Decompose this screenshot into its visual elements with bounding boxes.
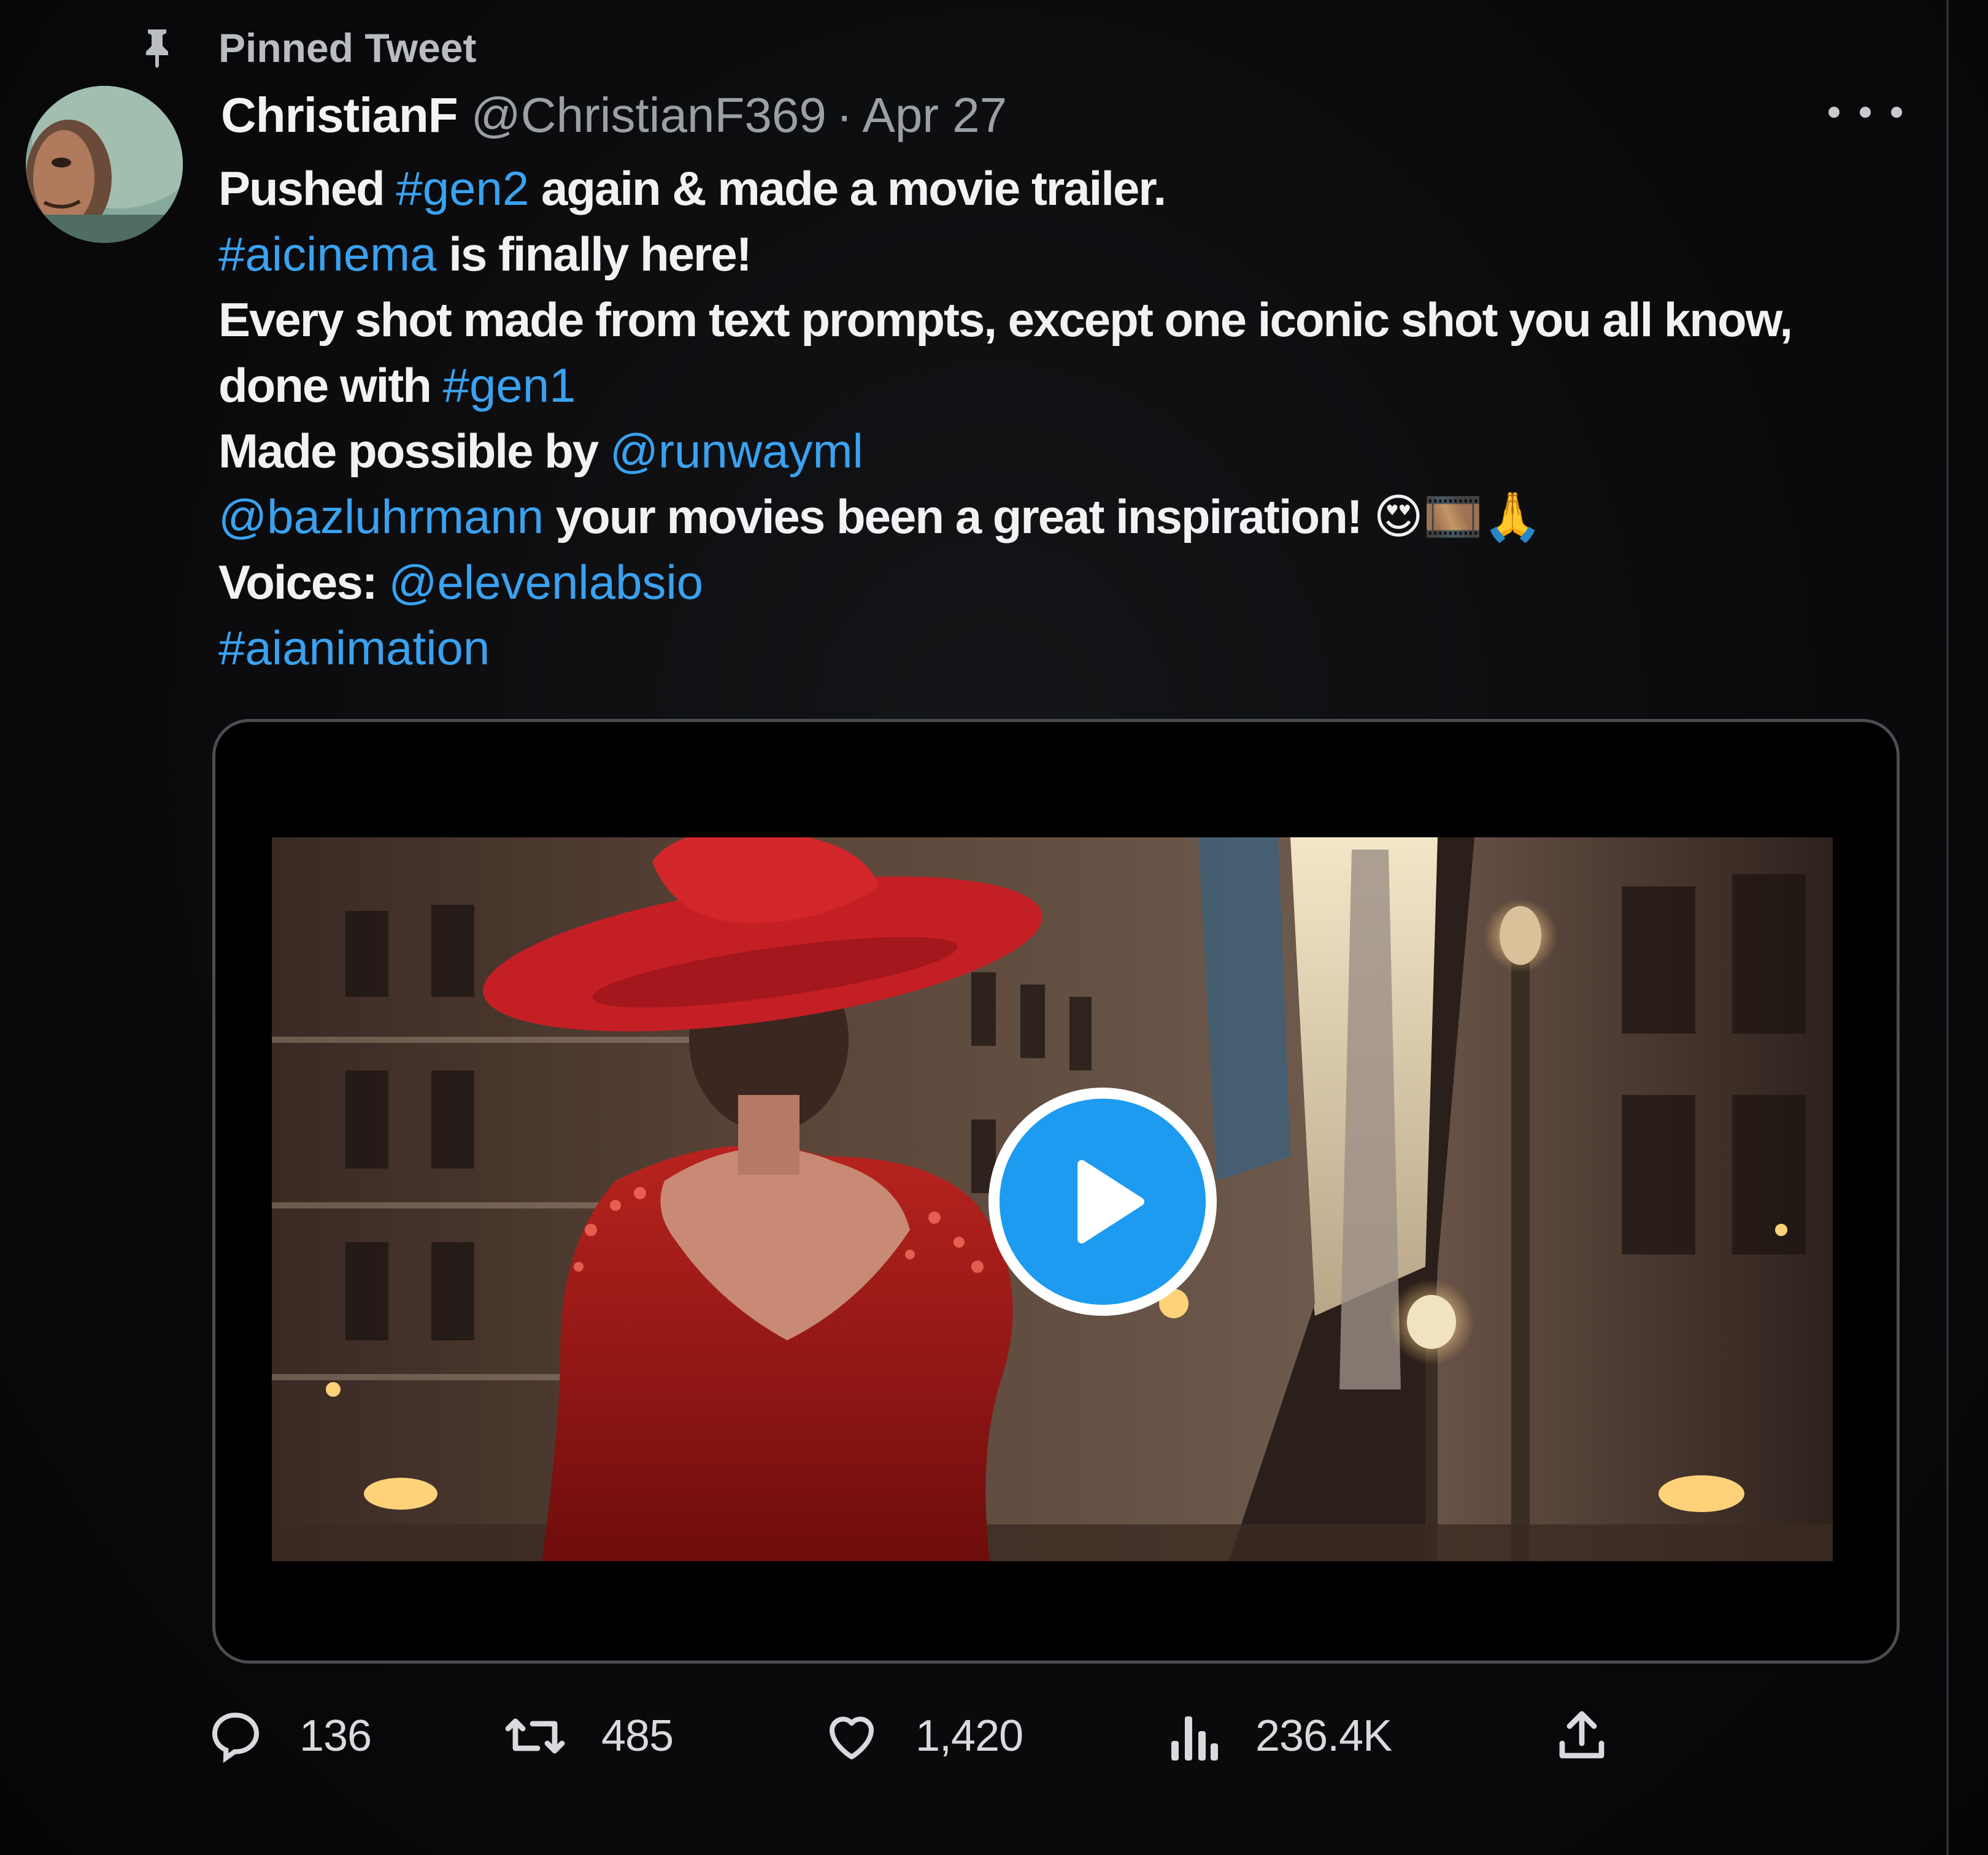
timeline-border xyxy=(1946,0,1949,1855)
tweet-text-segment: Voices: xyxy=(218,555,389,609)
tweet-text-segment: Made possible by xyxy=(218,424,610,478)
tweet-text-line: Voices: @elevenlabsio xyxy=(218,550,1936,615)
pin-icon xyxy=(146,29,168,68)
tweet-text-line: @bazluhrmann your movies been a great in… xyxy=(218,484,1936,550)
user-handle[interactable]: @ChristianF369 xyxy=(471,87,826,144)
mention-link[interactable]: @elevenlabsio xyxy=(388,555,703,609)
tweet-text-line: Pushed #gen2 again & made a movie traile… xyxy=(218,156,1936,221)
tweet-text: Pushed #gen2 again & made a movie traile… xyxy=(218,156,1936,681)
tweet-text-line: Every shot made from text prompts, excep… xyxy=(218,287,1936,353)
tweet-text-segment: done with xyxy=(218,358,443,412)
share-button[interactable] xyxy=(1552,1693,1611,1779)
tweet-screen: Pinned Tweet ChristianF @ChristianF369 ·… xyxy=(0,0,1988,1855)
pinned-label: Pinned Tweet xyxy=(218,25,477,71)
views-icon xyxy=(1171,1716,1218,1761)
tweet-header: ChristianF @ChristianF369 · Apr 27 xyxy=(221,87,1007,148)
mention-link[interactable]: @runwayml xyxy=(610,424,863,478)
tweet-text-segment: Every shot made from text prompts, excep… xyxy=(218,293,1793,347)
tweet-text-line: #aianimation xyxy=(218,615,1936,681)
display-name[interactable]: ChristianF xyxy=(221,87,458,144)
media-card[interactable] xyxy=(212,719,1900,1664)
hashtag-link[interactable]: #aianimation xyxy=(218,621,490,675)
reply-count: 136 xyxy=(299,1711,372,1761)
views-button[interactable]: 236.4K xyxy=(1166,1693,1392,1779)
more-icon[interactable] xyxy=(1828,97,1902,128)
hashtag-link[interactable]: #gen2 xyxy=(396,161,529,215)
retweet-button[interactable]: 485 xyxy=(503,1693,674,1779)
tweet-date[interactable]: Apr 27 xyxy=(862,87,1007,144)
avatar-photo xyxy=(26,86,183,243)
avatar[interactable] xyxy=(26,86,183,243)
tweet-text-segment: Pushed xyxy=(218,161,396,215)
share-icon xyxy=(1559,1711,1605,1759)
tweet-text-segment: again & made a movie trailer. xyxy=(529,161,1166,215)
like-button[interactable]: 1,420 xyxy=(822,1693,1023,1779)
play-button[interactable] xyxy=(988,1088,1217,1316)
reply-button[interactable]: 136 xyxy=(206,1693,372,1779)
play-icon xyxy=(1077,1160,1144,1243)
pinned-indicator: Pinned Tweet xyxy=(135,22,477,74)
tweet-text-line: #aicinema is finally here! xyxy=(218,221,1936,287)
hashtag-link[interactable]: #aicinema xyxy=(218,227,437,281)
emoji-text: 😍🎞️🙏 xyxy=(1373,490,1543,543)
tweet-text-segment: your movies been a great inspiration! xyxy=(544,490,1374,543)
mention-link[interactable]: @bazluhrmann xyxy=(218,490,544,543)
tweet-text-line: done with #gen1 xyxy=(218,353,1936,418)
retweet-count: 485 xyxy=(601,1711,674,1761)
tweet-text-line: Made possible by @runwayml xyxy=(218,418,1936,484)
views-count: 236.4K xyxy=(1255,1711,1392,1761)
video-thumbnail[interactable] xyxy=(272,837,1833,1561)
tweet-text-segment: is finally here! xyxy=(436,227,752,281)
hashtag-link[interactable]: #gen1 xyxy=(443,358,576,412)
separator-dot: · xyxy=(836,88,853,142)
retweet-icon xyxy=(505,1718,565,1754)
action-bar: 136 485 1,420 236.4K xyxy=(0,1693,1988,1779)
heart-icon xyxy=(830,1716,874,1759)
like-count: 1,420 xyxy=(915,1711,1023,1761)
reply-icon xyxy=(212,1712,260,1763)
